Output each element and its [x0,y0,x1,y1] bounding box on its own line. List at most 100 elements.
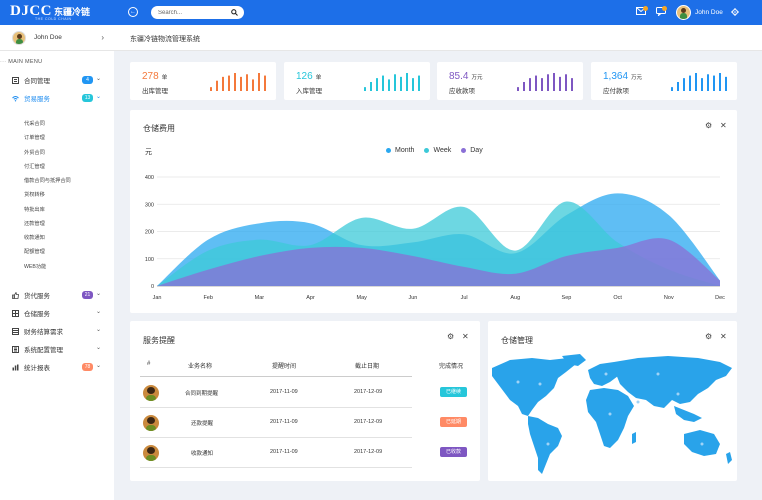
asia [614,356,732,408]
table-row[interactable]: 合同到期提醒 2017-11-09 2017-12-09 已继续 [140,378,467,408]
stat-value: 278 单 [142,71,168,82]
close-icon[interactable]: ✕ [462,332,469,341]
column-header: 业务名称 [188,364,213,370]
storage-cost-panel: 仓储费用 ⚙ ✕ 元 Month Week Day 0 100 200 300 400 J… [130,110,737,313]
submenu-item[interactable]: 付汇管理 [24,163,45,170]
deadline: 2017-12-09 [354,419,383,425]
legend-week[interactable]: Week [433,147,451,154]
service-reminder-panel: 服务提醒 ⚙ ✕ # 业务名称 提醒时间 截止日期 完成情况 合同到期提醒 20… [130,321,480,481]
submenu-item[interactable]: 代采合同 [24,120,45,127]
sidebar-item-warehouse[interactable]: 仓储服务 ⌄ [0,306,114,320]
legend-day[interactable]: Day [470,147,482,154]
spark-bar [400,76,402,91]
stat-card-payable[interactable]: 1,364 万元 应付款项 [591,62,737,100]
table-row[interactable]: 还款提醒 2017-11-09 2017-12-09 已延期 [140,408,467,438]
submenu-item[interactable]: 货权转移 [24,191,45,198]
sidebar-item-trade[interactable]: 贸易服务 13 ⌄ [0,91,114,105]
count-badge: 21 [82,291,93,299]
panel-title: 仓储管理 [501,336,533,345]
settings-icon[interactable]: ⚙ [705,121,712,130]
mail-badge [643,6,648,11]
legend-month[interactable]: Month [395,147,414,154]
avatar [676,5,691,20]
count-badge: 13 [82,94,93,102]
main-menu-label: ··· MAIN MENU [0,59,43,65]
bar-chart-icon [12,364,19,371]
spark-bar [541,78,543,91]
submenu-item[interactable]: WEB功能 [24,263,46,270]
stat-value: 1,364 万元 [603,71,643,82]
chevron-right-icon: › [101,33,104,42]
submenu-item[interactable]: 借款合同与抵押合同 [24,177,71,184]
new-zealand [726,452,732,464]
avatar [143,385,159,401]
spark-bar [725,76,727,91]
panel-title: 服务提醒 [143,336,175,345]
deadline: 2017-12-09 [354,449,383,455]
search-box [151,6,244,19]
sidebar-user[interactable]: John Doe › [0,25,114,51]
spark-bar [517,87,519,91]
stat-label: 出库管理 [142,88,168,95]
x-tick-label: Dec [715,295,725,301]
spark-bar [418,75,420,91]
sidebar-item-reports[interactable]: 统计报表 78 ⌄ [0,360,114,374]
submenu-item[interactable]: 特批出库 [24,206,45,213]
chevron-down-icon: ⌄ [96,345,102,351]
logo-subtitle: THE COLD CHAIN [35,17,72,21]
logo-chinese: 东疆冷链 [54,7,91,17]
stat-card-outbound[interactable]: 278 单 出库管理 [130,62,276,100]
spark-bar [695,73,697,91]
submenu-item[interactable]: 订单管理 [24,134,45,141]
close-icon[interactable]: ✕ [720,121,727,130]
sidebar-item-freight[interactable]: 货代服务 21 ⌄ [0,288,114,302]
sidebar: John Doe › ··· MAIN MENU 合同管理 4 ⌄ 贸易服务 1… [0,25,114,500]
sidebar-toggle-icon[interactable]: ← [128,7,138,17]
spark-bar [523,82,525,91]
user-name: John Doe [695,9,723,16]
x-tick-label: Jun [408,295,417,301]
settings-icon[interactable]: ⚙ [447,332,454,341]
spark-bar [529,78,531,91]
chart-legend: Month Week Day [386,147,483,154]
column-header: 提醒时间 [272,364,297,370]
y-tick-label: 100 [145,257,154,263]
x-tick-label: Sep [562,295,572,301]
search-icon[interactable] [231,9,238,16]
content-header: 东疆冷链物流管理系统 [114,25,762,51]
world-map[interactable] [488,354,737,480]
logo[interactable]: DJCC 东疆冷链 THE COLD CHAIN [10,3,91,21]
stat-card-receivable[interactable]: 85.4 万元 应收款项 [437,62,583,100]
spark-bar [553,73,555,91]
x-tick-label: Mar [255,295,265,301]
table-row[interactable]: 收款通知 2017-11-09 2017-12-09 已收款 [140,438,467,468]
submenu-item[interactable]: 配额管理 [24,248,45,255]
sidebar-item-system[interactable]: 系统配置管理 ⌄ [0,342,114,356]
gear-icon[interactable] [731,8,739,16]
table-icon [12,327,19,335]
search-input[interactable] [158,8,228,17]
contract-icon [12,76,19,84]
settings-icon[interactable]: ⚙ [705,332,712,341]
legend-day-dot [461,148,467,153]
area-chart: 0 100 200 300 400 Jan Feb Mar Apr May Jun Jul Aug Sep… [145,175,725,301]
spark-bar [683,78,685,91]
x-tick-label: Jan [153,295,162,301]
sidebar-item-contract[interactable]: 合同管理 4 ⌄ [0,73,114,87]
sidebar-item-finance[interactable]: 财务结算需求 ⌄ [0,324,114,338]
submenu-item[interactable]: 还款管理 [24,220,45,227]
status-badge: 已继续 [440,387,467,397]
user-menu[interactable]: John Doe [676,5,723,20]
stat-card-inbound[interactable]: 126 单 入库管理 [284,62,430,100]
chevron-down-icon: ⌄ [96,309,102,315]
submenu-item[interactable]: 收款通知 [24,234,45,241]
submenu-item[interactable]: 外贸合同 [24,149,45,156]
x-tick-label: Oct [613,295,622,301]
column-header: 完成情况 [439,364,464,370]
avatar [143,415,159,431]
close-icon[interactable]: ✕ [720,332,727,341]
thumbs-up-icon [12,290,19,299]
stat-label: 入库管理 [296,88,322,95]
grid-icon [12,309,19,317]
spark-bar [216,80,218,91]
